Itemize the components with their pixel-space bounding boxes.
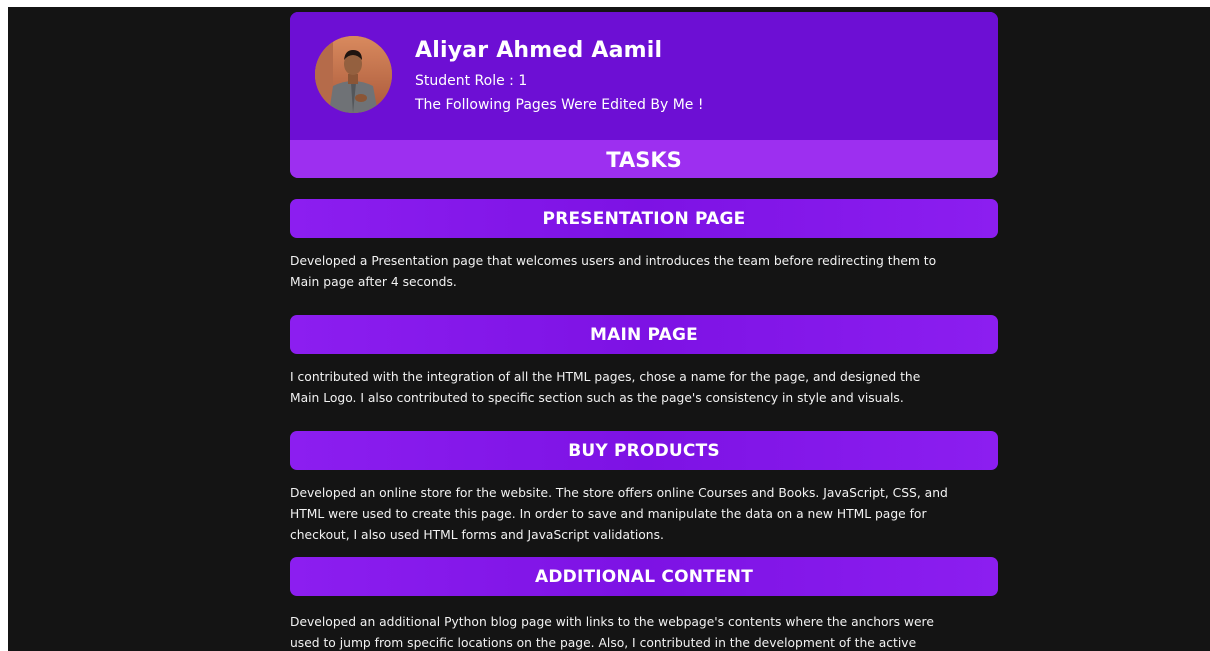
section-main-page: MAIN PAGE I contributed with the integra…: [290, 315, 998, 409]
profile-header: [290, 12, 998, 140]
avatar: [315, 36, 392, 113]
tasks-heading: TASKS: [290, 140, 998, 178]
section-additional-content: ADDITIONAL CONTENT Developed an addition…: [290, 557, 998, 651]
section-buy-products: BUY PRODUCTS Developed an online store f…: [290, 431, 998, 546]
avatar-photo: [315, 36, 392, 113]
section-description: I contributed with the integration of al…: [290, 370, 921, 405]
page-viewport: Aliyar Ahmed Aamil Student Role : 1 The …: [8, 7, 1210, 651]
section-header: PRESENTATION PAGE: [290, 199, 998, 238]
section-description: Developed an additional Python blog page…: [290, 615, 934, 650]
profile-note: The Following Pages Were Edited By Me !: [415, 97, 704, 113]
section-header: ADDITIONAL CONTENT: [290, 557, 998, 596]
student-role: Student Role : 1: [415, 73, 528, 89]
section-description: Developed a Presentation page that welco…: [290, 254, 937, 289]
section-header: BUY PRODUCTS: [290, 431, 998, 470]
section-presentation-page: PRESENTATION PAGE Developed a Presentati…: [290, 199, 998, 293]
profile-card: Aliyar Ahmed Aamil Student Role : 1 The …: [290, 12, 998, 178]
profile-name: Aliyar Ahmed Aamil: [415, 38, 663, 63]
section-description: Developed an online store for the websit…: [290, 486, 948, 542]
main-content: Aliyar Ahmed Aamil Student Role : 1 The …: [290, 12, 998, 650]
section-header: MAIN PAGE: [290, 315, 998, 354]
